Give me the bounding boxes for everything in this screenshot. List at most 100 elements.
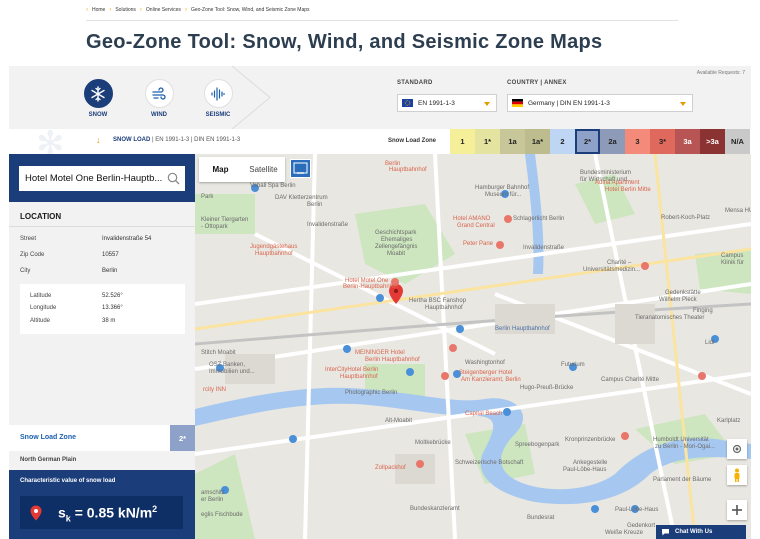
svg-text:Klinik für: Klinik für (721, 260, 744, 266)
eu-flag-icon (402, 99, 413, 107)
snow-load-rest: | EN 1991-1-3 | DIN EN 1991-1-3 (150, 137, 241, 143)
zone-legend-item: N/A (725, 129, 750, 154)
street-value: Invalidenstraße 54 (102, 236, 152, 242)
svg-text:amschitz: amschitz (201, 490, 225, 496)
hazard-snow-button[interactable]: SNOW (73, 79, 123, 118)
zip-label: Zip Code (20, 252, 45, 258)
zoom-in-button[interactable] (727, 500, 747, 520)
zone-legend-item: 3 (625, 129, 650, 154)
svg-text:Finging: Finging (693, 308, 713, 314)
map-canvas[interactable]: Vabali Spa Berlin DAV Kletterzentrum Ber… (195, 154, 751, 539)
svg-text:Alt-Moabit: Alt-Moabit (385, 418, 412, 424)
longitude-value: 13.366° (102, 305, 123, 311)
hazard-wind-button[interactable]: WIND (134, 79, 184, 118)
search-input[interactable]: Hotel Motel One Berlin-Hauptb... (19, 166, 185, 191)
svg-text:Lidl: Lidl (705, 340, 714, 346)
svg-text:Zellengefängnis: Zellengefängnis (375, 244, 417, 250)
divider (9, 226, 195, 227)
map-layer-toggle-button[interactable] (290, 159, 311, 178)
zone-result-label: Snow Load Zone (20, 434, 76, 441)
svg-text:zu Berlin - Mori-Ogai...: zu Berlin - Mori-Ogai... (655, 444, 715, 450)
svg-text:Campus Charité Mitte: Campus Charité Mitte (601, 377, 660, 383)
zone-legend-item: 3a (675, 129, 700, 154)
value-symbol: s (58, 504, 66, 521)
country-label: COUNTRY | ANNEX (507, 80, 567, 86)
breadcrumb-home[interactable]: Home (92, 7, 105, 13)
chevron-right-icon: › (86, 7, 88, 13)
street-view-button[interactable] (727, 465, 747, 485)
tab-satellite[interactable]: Satellite (242, 157, 285, 182)
zone-legend-item: 1 (450, 129, 475, 154)
svg-text:Berlin: Berlin (307, 202, 322, 208)
standard-label: STANDARD (397, 80, 433, 86)
chat-button[interactable]: Chat With Us (656, 525, 746, 539)
svg-text:Hotel Berlin Mitte: Hotel Berlin Mitte (605, 187, 651, 193)
svg-text:Hauptbahnhof: Hauptbahnhof (389, 167, 427, 173)
svg-text:Gedenkort: Gedenkort (627, 523, 655, 529)
hazard-wind-label: WIND (151, 112, 167, 118)
characteristic-title: Characteristic value of snow load (20, 478, 116, 484)
svg-text:Futurium: Futurium (561, 362, 585, 368)
svg-text:Geschichtspark: Geschichtspark (375, 230, 417, 236)
hazard-snow-label: SNOW (88, 112, 108, 118)
svg-text:Paul-Löbe-Haus: Paul-Löbe-Haus (563, 467, 606, 473)
svg-text:Ankegestelle: Ankegestelle (573, 460, 608, 466)
wind-icon (144, 79, 174, 108)
chevron-divider-icon (232, 66, 271, 129)
svg-text:er Berlin: er Berlin (201, 497, 223, 503)
crosshair-icon (732, 444, 742, 454)
svg-text:Peter Pane: Peter Pane (463, 241, 494, 247)
svg-text:Bundesministerium: Bundesministerium (580, 170, 631, 176)
svg-text:Bundesrat: Bundesrat (527, 515, 555, 521)
svg-text:Grand Central: Grand Central (457, 223, 495, 229)
breadcrumb-solutions[interactable]: Solutions (115, 7, 136, 13)
altitude-label: Altitude (30, 318, 51, 324)
svg-text:Tieranatomisches Theater: Tieranatomisches Theater (635, 315, 704, 321)
svg-text:Stitch Moabit: Stitch Moabit (201, 350, 236, 356)
svg-text:Berlin-Hauptbahnhof: Berlin-Hauptbahnhof (343, 284, 398, 290)
search-icon[interactable] (167, 172, 180, 185)
latitude-label: Latitude (30, 293, 52, 299)
svg-text:Hauptbahnhof: Hauptbahnhof (255, 251, 293, 257)
longitude-label: Longitude (30, 305, 57, 311)
svg-text:Photographic Berlin: Photographic Berlin (345, 390, 397, 396)
zone-legend-item: 3* (650, 129, 675, 154)
svg-text:Hugo-Preuß-Brücke: Hugo-Preuß-Brücke (520, 385, 574, 391)
country-select[interactable]: Germany | DIN EN 1991-1-3 (507, 94, 693, 112)
zone-legend-item: >3a (700, 129, 725, 154)
map-layer-icon (293, 162, 308, 174)
svg-text:Invalidenstraße: Invalidenstraße (307, 222, 349, 228)
pegman-icon (734, 468, 740, 482)
city-label: City (20, 268, 31, 274)
svg-text:Schlagerlicht Berlin: Schlagerlicht Berlin (513, 216, 564, 222)
svg-text:Park: Park (201, 194, 214, 200)
svg-text:Charité –: Charité – (607, 260, 632, 266)
chevron-down-icon (484, 102, 490, 106)
country-value: Germany | DIN EN 1991-1-3 (528, 99, 610, 107)
chevron-down-icon (680, 102, 686, 106)
svg-text:- Ottopark: - Ottopark (201, 224, 229, 230)
svg-text:Weiße Kreuze: Weiße Kreuze (605, 530, 644, 536)
svg-text:Wilhelm Pieck: Wilhelm Pieck (659, 297, 698, 303)
svg-text:Spreebogenpark: Spreebogenpark (515, 442, 560, 448)
divider (86, 20, 678, 21)
breadcrumb-current: Geo-Zone Tool: Snow, Wind, and Seismic Z… (190, 7, 310, 13)
snow-load-bold: SNOW LOAD (113, 137, 151, 143)
breadcrumb-online-services[interactable]: Online Services (146, 7, 181, 13)
svg-text:Jugendgästehaus: Jugendgästehaus (250, 244, 297, 250)
svg-text:Hauptbahnhof: Hauptbahnhof (340, 374, 378, 380)
chevron-right-icon: › (184, 7, 187, 13)
map-graphics: Vabali Spa Berlin DAV Kletterzentrum Ber… (195, 154, 751, 539)
tab-map[interactable]: Map (199, 157, 242, 182)
breadcrumb: › Home › Solutions › Online Services › G… (86, 7, 310, 13)
svg-text:Universitätsmedizin...: Universitätsmedizin... (583, 267, 640, 273)
germany-flag-icon (512, 99, 523, 107)
svg-text:Hauptbahnhof: Hauptbahnhof (425, 305, 463, 311)
svg-text:OSZ Banken,: OSZ Banken, (209, 362, 245, 368)
svg-text:Bundeskanzleramt: Bundeskanzleramt (410, 506, 460, 512)
svg-text:Invalidenstraße: Invalidenstraße (523, 245, 565, 251)
my-location-button[interactable] (727, 439, 747, 459)
snow-load-zone-result: Snow Load Zone 2* (9, 425, 195, 451)
standard-select[interactable]: EN 1991-1-3 (397, 94, 497, 112)
snowflake-icon (83, 79, 113, 108)
